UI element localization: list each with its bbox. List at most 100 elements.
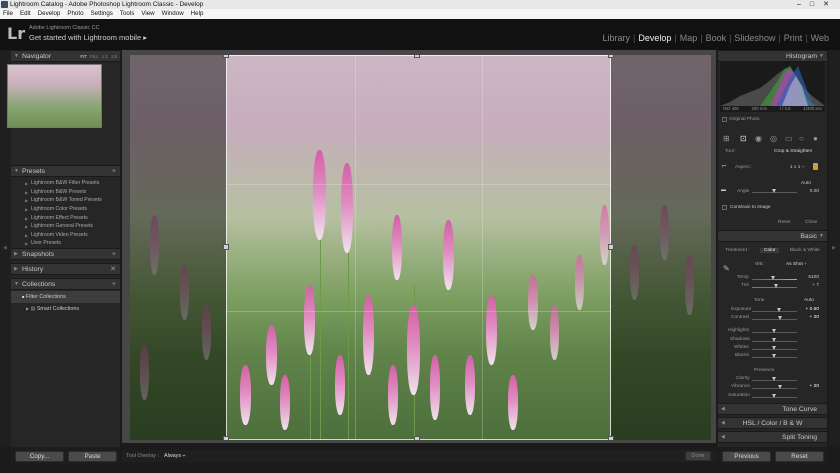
reset-button[interactable]: Reset bbox=[775, 451, 824, 462]
menu-develop[interactable]: Develop bbox=[38, 9, 61, 19]
crop-handle[interactable] bbox=[414, 436, 420, 440]
crop-frame-icon[interactable]: ⌐ bbox=[722, 161, 727, 170]
treatment-color[interactable]: Color bbox=[760, 248, 780, 253]
crop-handle[interactable] bbox=[223, 244, 229, 250]
preset-folder[interactable]: ▶ Lightroom B&W Filter Presets bbox=[25, 180, 99, 186]
mobile-promo-link[interactable]: Get started with Lightroom mobile ▸ bbox=[29, 33, 147, 42]
menu-window[interactable]: Window bbox=[162, 9, 184, 19]
collection-smart[interactable]: ▶ ▤ Smart Collections bbox=[26, 306, 79, 312]
crop-frame[interactable] bbox=[226, 55, 611, 440]
histogram-header[interactable]: Histogram ▼ bbox=[718, 50, 827, 62]
crop-handle[interactable] bbox=[608, 436, 614, 440]
exposure-slider-knob[interactable] bbox=[777, 308, 781, 312]
menu-photo[interactable]: Photo bbox=[67, 9, 83, 19]
eyedropper-icon[interactable]: ✎ bbox=[723, 264, 730, 273]
spot-removal-icon[interactable]: ◉ bbox=[755, 134, 762, 143]
menu-help[interactable]: Help bbox=[191, 9, 204, 19]
collections-header[interactable]: ▼ Collections + bbox=[11, 278, 120, 290]
add-preset-icon[interactable]: + bbox=[112, 166, 116, 177]
basic-header[interactable]: Basic ▼ bbox=[718, 230, 827, 242]
blacks-slider-knob[interactable] bbox=[772, 354, 776, 358]
module-library[interactable]: Library bbox=[602, 33, 630, 43]
treatment-bw[interactable]: Black & White bbox=[790, 248, 820, 253]
clear-history-icon[interactable]: ✕ bbox=[110, 264, 116, 275]
menu-tools[interactable]: Tools bbox=[120, 9, 134, 19]
grid-overlay-icon[interactable]: ⊞ bbox=[723, 134, 730, 143]
zoom-fit[interactable]: FIT bbox=[80, 51, 87, 62]
crop-handle[interactable] bbox=[223, 436, 229, 440]
split-toning-header[interactable]: ◀ Split Toning bbox=[718, 431, 827, 443]
crop-handle[interactable] bbox=[223, 55, 229, 58]
red-eye-icon[interactable]: ◎ bbox=[770, 134, 777, 143]
snapshots-header[interactable]: ▶ Snapshots + bbox=[11, 248, 120, 260]
tone-curve-header[interactable]: ◀ Tone Curve bbox=[718, 403, 827, 415]
previous-button[interactable]: Previous bbox=[722, 451, 771, 462]
preset-folder[interactable]: ▶ Lightroom Effect Presets bbox=[25, 215, 88, 221]
module-web[interactable]: Web bbox=[811, 33, 829, 43]
preset-folder[interactable]: ▶ Lightroom B&W Toned Presets bbox=[25, 197, 102, 203]
adjustment-brush-icon[interactable]: ● bbox=[813, 134, 818, 143]
preset-folder[interactable]: ▶ User Presets bbox=[25, 240, 61, 246]
temp-slider-knob[interactable] bbox=[771, 276, 775, 280]
photo-preview[interactable] bbox=[130, 55, 711, 440]
contrast-slider-knob[interactable] bbox=[778, 316, 782, 320]
window-controls[interactable]: –□✕ bbox=[797, 0, 838, 9]
original-photo-checkbox[interactable] bbox=[722, 117, 727, 122]
crop-tool-icon[interactable]: ⊡ bbox=[740, 134, 747, 143]
crop-handle[interactable] bbox=[608, 244, 614, 250]
navigator-header[interactable]: ▼ Navigator FIT FILL 1:1 1:8 bbox=[11, 50, 120, 62]
straighten-auto-button[interactable]: Auto bbox=[801, 181, 811, 186]
navigator-preview[interactable] bbox=[7, 64, 102, 128]
zoom-fill[interactable]: FILL bbox=[90, 51, 99, 62]
preset-folder[interactable]: ▶ Lightroom B&W Presets bbox=[25, 189, 86, 195]
highlights-slider-knob[interactable] bbox=[772, 329, 776, 333]
tint-slider-knob[interactable] bbox=[774, 284, 778, 288]
filmstrip-edge[interactable] bbox=[0, 465, 840, 473]
crop-close-button[interactable]: Close bbox=[805, 220, 817, 225]
history-header[interactable]: ▶ History ✕ bbox=[11, 263, 120, 275]
menu-file[interactable]: File bbox=[3, 9, 13, 19]
aspect-select[interactable]: 1 x 1 ÷ bbox=[790, 165, 804, 170]
angle-slider-knob[interactable] bbox=[772, 189, 776, 193]
module-develop[interactable]: Develop bbox=[638, 33, 671, 43]
module-slideshow[interactable]: Slideshow bbox=[734, 33, 775, 43]
saturation-slider-knob[interactable] bbox=[772, 394, 776, 398]
crop-handle[interactable] bbox=[608, 55, 614, 58]
tool-overlay-select[interactable]: Always ÷ bbox=[164, 453, 186, 459]
zoom-1-8[interactable]: 1:8 bbox=[111, 51, 117, 62]
shadows-slider-knob[interactable] bbox=[772, 338, 776, 342]
contrast-slider[interactable] bbox=[752, 319, 797, 320]
preset-folder[interactable]: ▶ Lightroom Video Presets bbox=[25, 232, 88, 238]
whites-slider-knob[interactable] bbox=[772, 346, 776, 350]
vibrance-slider-knob[interactable] bbox=[778, 385, 782, 389]
clarity-slider-knob[interactable] bbox=[772, 377, 776, 381]
exposure-slider[interactable] bbox=[752, 311, 797, 312]
radial-filter-icon[interactable]: ○ bbox=[799, 134, 804, 143]
wb-select[interactable]: As Shot ÷ bbox=[786, 262, 807, 267]
module-book[interactable]: Book bbox=[706, 33, 727, 43]
constrain-checkbox[interactable] bbox=[722, 205, 727, 210]
paste-button[interactable]: Paste bbox=[68, 451, 117, 462]
preset-folder[interactable]: ▶ Lightroom General Presets bbox=[25, 223, 93, 229]
vibrance-slider[interactable] bbox=[752, 388, 797, 389]
menu-view[interactable]: View bbox=[141, 9, 154, 19]
presets-header[interactable]: ▼ Presets + bbox=[11, 165, 120, 177]
lock-icon[interactable] bbox=[813, 163, 818, 170]
right-panel-edge[interactable]: ▶ bbox=[829, 50, 840, 447]
histogram-graph[interactable] bbox=[720, 62, 825, 112]
module-print[interactable]: Print bbox=[784, 33, 803, 43]
tone-auto-button[interactable]: Auto bbox=[804, 298, 814, 303]
preset-folder[interactable]: ▶ Lightroom Color Presets bbox=[25, 206, 87, 212]
done-button[interactable]: Done bbox=[685, 451, 711, 461]
graduated-filter-icon[interactable]: ▭ bbox=[785, 134, 793, 143]
add-snapshot-icon[interactable]: + bbox=[112, 249, 116, 260]
module-map[interactable]: Map bbox=[680, 33, 698, 43]
menu-edit[interactable]: Edit bbox=[20, 9, 31, 19]
hsl-header[interactable]: ◀ HSL / Color / B & W bbox=[718, 417, 827, 429]
menu-settings[interactable]: Settings bbox=[91, 9, 113, 19]
collection-filter[interactable]: ■ Filter Collections bbox=[22, 294, 66, 300]
crop-handle[interactable] bbox=[414, 55, 420, 58]
zoom-1-1[interactable]: 1:1 bbox=[102, 51, 108, 62]
add-collection-icon[interactable]: + bbox=[112, 279, 116, 290]
level-tool-icon[interactable]: ▬ bbox=[721, 187, 726, 193]
